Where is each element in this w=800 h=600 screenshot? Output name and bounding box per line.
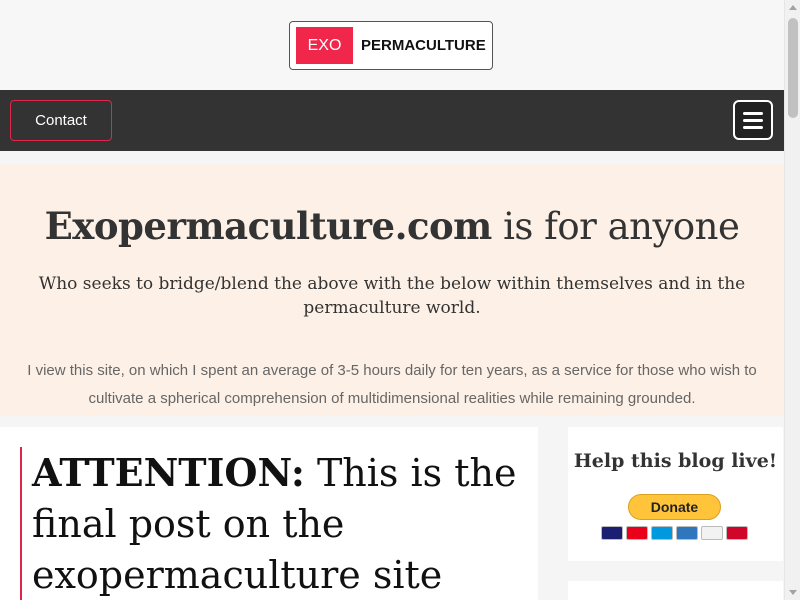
post-card: ATTENTION: This is the final post on the… (0, 427, 538, 600)
page: EXO PERMACULTURE Contact Exopermaculture… (0, 0, 800, 600)
discover-card-icon (701, 526, 723, 540)
hamburger-menu-icon-bar (743, 126, 763, 129)
hero-description: I view this site, on which I spent an av… (27, 362, 757, 407)
site-logo[interactable]: EXO PERMACULTURE (289, 21, 493, 70)
scrollbar-thumb[interactable] (788, 18, 798, 118)
logo-permaculture-text: PERMACULTURE (361, 37, 486, 54)
main-navbar: Contact (0, 90, 784, 151)
post-title-attention: ATTENTION: (32, 450, 305, 495)
sidebar-widget-secondary (568, 581, 783, 600)
page-scrollbar[interactable] (784, 0, 800, 600)
post-accent-bar (20, 447, 22, 600)
mastercard-icon (626, 526, 648, 540)
scroll-up-arrow-icon[interactable] (789, 5, 797, 10)
hero-section: Exopermaculture.com is for anyone Who se… (0, 164, 784, 416)
hero-title-rest: is for anyone (491, 205, 740, 248)
hamburger-menu-icon-bar (743, 119, 763, 122)
logo-exo-text: EXO (296, 27, 353, 64)
visa-card-icon (601, 526, 623, 540)
donate-widget-title: Help this blog live! (573, 450, 778, 472)
maestro-card-icon (651, 526, 673, 540)
donate-widget: Help this blog live! Donate (568, 427, 783, 561)
hero-title-site: Exopermaculture.com (44, 204, 493, 248)
contact-button[interactable]: Contact (10, 100, 112, 141)
donate-button[interactable]: Donate (628, 494, 721, 520)
amex-card-icon (676, 526, 698, 540)
hamburger-menu-icon (743, 112, 763, 115)
hero-title: Exopermaculture.com is for anyone (0, 204, 784, 248)
hamburger-menu-button[interactable] (733, 100, 773, 140)
post-title[interactable]: ATTENTION: This is the final post on the… (32, 447, 522, 600)
unionpay-card-icon (726, 526, 748, 540)
hero-subtitle: Who seeks to bridge/blend the above with… (38, 274, 746, 318)
site-header: EXO PERMACULTURE (0, 0, 784, 90)
scroll-down-arrow-icon[interactable] (789, 590, 797, 595)
payment-cards (601, 526, 751, 541)
